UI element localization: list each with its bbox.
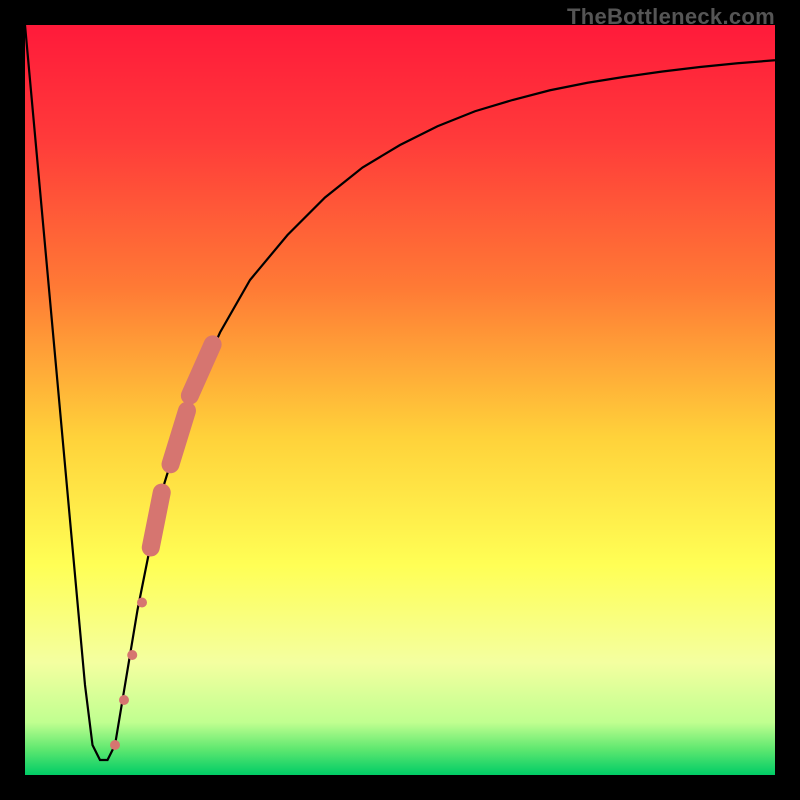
gradient-background <box>25 25 775 775</box>
chart-plot <box>25 25 775 775</box>
data-marker <box>119 695 129 705</box>
data-marker <box>137 598 147 608</box>
chart-frame: TheBottleneck.com <box>0 0 800 800</box>
data-marker <box>127 650 137 660</box>
data-marker <box>110 740 120 750</box>
data-marker <box>151 493 162 548</box>
